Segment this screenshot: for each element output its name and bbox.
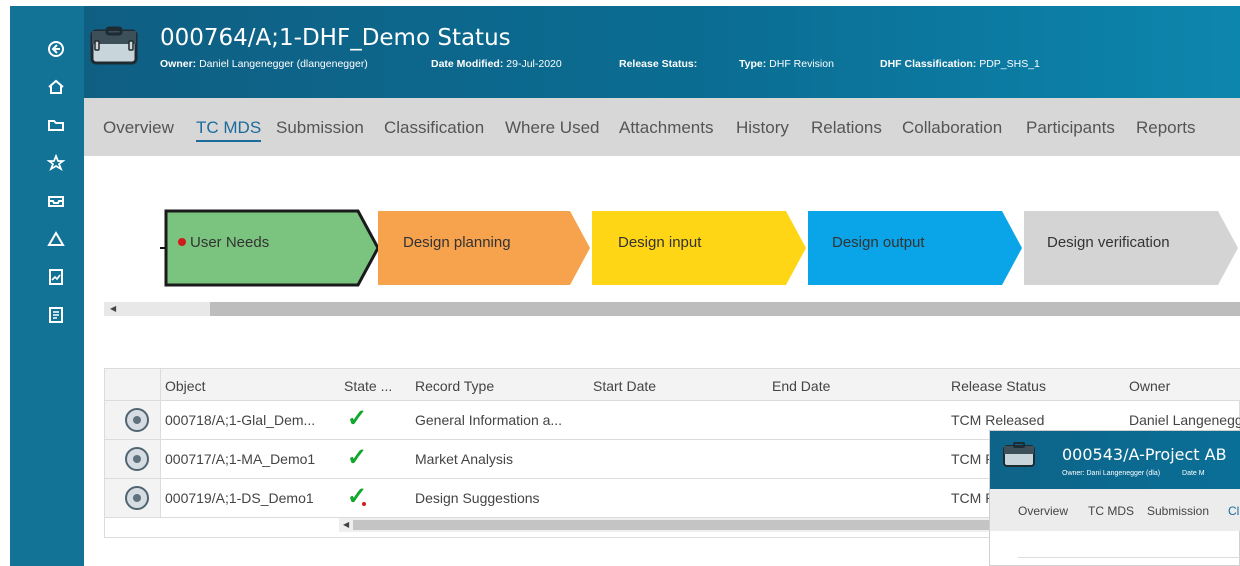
secondary-title: 000543/A-Project AB [1062,445,1227,464]
tab-overview[interactable]: Overview [103,118,174,138]
classification-value: PDP_SHS_1 [979,58,1040,70]
tab-bar: Overview TC MDS Submission Classificatio… [84,98,1240,156]
object-icon [125,408,149,432]
header-object[interactable]: Object [165,378,205,394]
flow-label-design-input: Design input [618,234,702,251]
header-release-status[interactable]: Release Status [951,378,1046,394]
owner-value: Daniel Langenegger (dlangenegger) [199,58,368,70]
classification-meta: DHF Classification: PDP_SHS_1 [880,58,1040,70]
secondary-tab-submission[interactable]: Submission [1147,504,1209,518]
secondary-date: Date M [1182,470,1205,477]
tab-classification[interactable]: Classification [384,118,484,138]
date-label: Date Modified: [431,58,504,70]
report-icon[interactable] [36,258,76,296]
folder-icon[interactable] [36,106,76,144]
check-icon: ✓ [347,444,368,471]
header: 000764/A;1-DHF_Demo Status Owner: Daniel… [84,6,1240,98]
back-icon[interactable] [36,30,76,68]
left-nav [10,6,84,566]
tab-history[interactable]: History [736,118,789,138]
cell-record-type: Market Analysis [415,451,514,467]
flow-label-design-output: Design output [832,234,925,251]
secondary-tab-overview[interactable]: Overview [1018,504,1068,518]
inbox-icon[interactable] [36,182,76,220]
secondary-tab-classification-partial[interactable]: Cl [1228,504,1239,518]
secondary-header: 000543/A-Project AB Owner: Dani Langeneg… [990,431,1240,489]
scroll-thumb[interactable] [210,302,1240,316]
header-record-type[interactable]: Record Type [415,378,494,394]
tab-collaboration[interactable]: Collaboration [902,118,1002,138]
cell-owner: Daniel Langenegg [1129,412,1240,428]
cell-record-type: Design Suggestions [415,490,540,506]
document-icon[interactable] [36,296,76,334]
home-icon[interactable] [36,68,76,106]
cell-object[interactable]: 000719/A;1-DS_Demo1 [165,490,314,506]
secondary-content-edge [1018,557,1240,566]
date-value: 29-Jul-2020 [506,58,562,70]
cell-object[interactable]: 000718/A;1-Glal_Dem... [165,412,315,428]
cell-release-status: TCM Released [951,412,1045,428]
secondary-window[interactable]: 000543/A-Project AB Owner: Dani Langeneg… [989,430,1240,566]
header-state[interactable]: State ... [344,378,392,394]
check-icon: ✓ [347,405,368,432]
tab-participants[interactable]: Participants [1026,118,1115,138]
secondary-tab-bar: Overview TC MDS Submission Cl [990,489,1240,531]
horizontal-scrollbar-top[interactable]: ◀ [104,302,1240,316]
classification-label: DHF Classification: [880,58,977,70]
object-icon [125,447,149,471]
cell-object[interactable]: 000717/A;1-MA_Demo1 [165,451,315,467]
flow-label-design-planning: Design planning [403,234,511,251]
release-meta: Release Status: [619,58,697,70]
tab-submission[interactable]: Submission [276,118,364,138]
release-label: Release Status: [619,58,698,70]
secondary-meta: Owner: Dani Langenegger (dla) Date M [1062,470,1205,477]
tab-attachments[interactable]: Attachments [619,118,714,138]
type-meta: Type: DHF Revision [739,58,834,70]
secondary-owner: Owner: Dani Langenegger (dla) [1062,470,1161,477]
tab-where-used[interactable]: Where Used [505,118,599,138]
flow-label-design-verification: Design verification [1047,234,1170,251]
tab-tc-mds[interactable]: TC MDS [196,118,262,142]
header-start-date[interactable]: Start Date [593,378,656,394]
process-flow: User Needs Design planning Design input … [160,209,1238,287]
date-meta: Date Modified: 29-Jul-2020 [431,58,562,70]
header-owner[interactable]: Owner [1129,378,1170,394]
star-icon[interactable] [36,144,76,182]
owner-label: Owner: [160,58,197,70]
secondary-tab-tc-mds[interactable]: TC MDS [1088,504,1134,518]
status-dot-icon [178,238,186,246]
header-end-date[interactable]: End Date [772,378,830,394]
type-value: DHF Revision [769,58,834,70]
scroll-left-icon[interactable]: ◀ [110,302,116,316]
page-title: 000764/A;1-DHF_Demo Status [160,25,511,51]
secondary-briefcase-icon [1000,441,1038,471]
cell-record-type: General Information a... [415,412,563,428]
owner-meta: Owner: Daniel Langenegger (dlangenegger) [160,58,368,70]
flow-label-user-needs: User Needs [190,234,269,251]
check-with-red-dot-icon: ✓ [347,483,368,510]
app-window: 000764/A;1-DHF_Demo Status Owner: Daniel… [0,0,1240,566]
table-header: Object State ... Record Type Start Date … [105,369,1240,401]
briefcase-icon [84,24,146,70]
warning-icon[interactable] [36,220,76,258]
table-scroll-left-icon[interactable]: ◀ [343,518,349,532]
tab-reports[interactable]: Reports [1136,118,1196,138]
object-icon [125,486,149,510]
table-gutter [105,369,161,400]
type-label: Type: [739,58,767,70]
tab-relations[interactable]: Relations [811,118,882,138]
